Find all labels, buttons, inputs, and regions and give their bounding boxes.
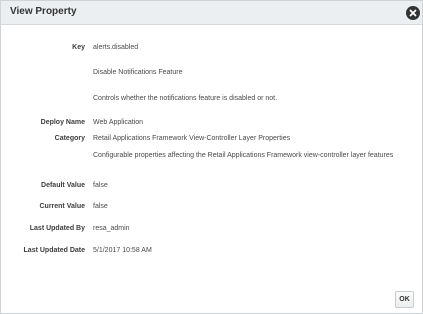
- ok-button[interactable]: OK: [395, 291, 414, 308]
- dialog-title: View Property: [10, 6, 77, 17]
- default-value-label: Default Value: [41, 182, 85, 189]
- key-label: Key: [72, 44, 85, 51]
- last-updated-by-value: resa_admin: [93, 225, 130, 232]
- last-updated-by-label: Last Updated By: [29, 225, 85, 232]
- current-value-value: false: [93, 203, 108, 210]
- view-property-dialog: View Property Key alerts.disabled Disabl…: [0, 0, 423, 314]
- key-value: alerts.disabled: [93, 44, 139, 51]
- deploy-name-label: Deploy Name: [40, 119, 85, 126]
- category-label: Category: [54, 135, 85, 142]
- deploy-name-value: Web Application: [93, 119, 144, 126]
- key-name-value: Disable Notifications Feature: [93, 69, 183, 76]
- last-updated-date-label: Last Updated Date: [23, 247, 85, 254]
- category-value: Retail Applications Framework View-Contr…: [93, 135, 291, 142]
- close-icon[interactable]: [406, 6, 420, 20]
- default-value-value: false: [93, 182, 108, 189]
- last-updated-date-value: 5/1/2017 10:58 AM: [93, 247, 152, 254]
- current-value-label: Current Value: [39, 203, 85, 210]
- key-description-value: Controls whether the notifications featu…: [93, 95, 278, 102]
- dialog-titlebar: View Property: [1, 1, 422, 25]
- category-description-value: Configurable properties affecting the Re…: [93, 152, 394, 159]
